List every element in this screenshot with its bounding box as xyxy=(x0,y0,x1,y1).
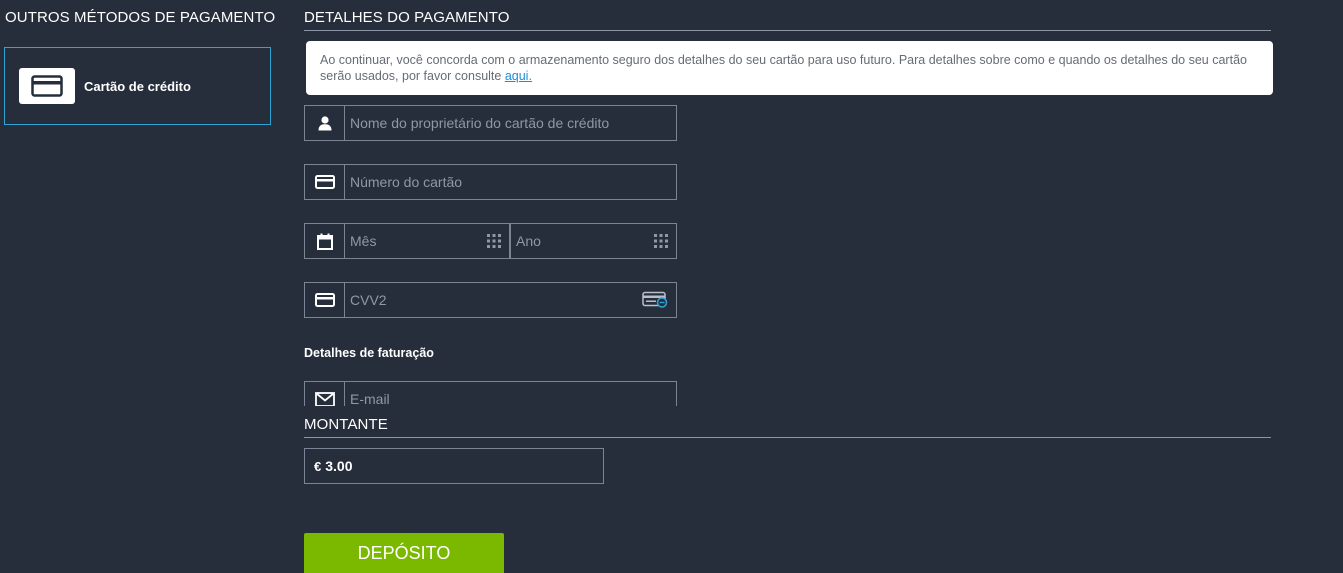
payment-method-label: Cartão de crédito xyxy=(84,78,191,94)
cvv-input[interactable] xyxy=(345,283,676,317)
cardholder-input[interactable] xyxy=(345,106,676,140)
cardholder-field xyxy=(304,105,677,141)
amount-value: 3.00 xyxy=(325,458,353,474)
storage-notice: Ao continuar, você concorda com o armaze… xyxy=(306,41,1273,95)
cvv-help-icon[interactable] xyxy=(642,291,668,309)
keypad-icon xyxy=(487,234,501,248)
billing-details-title: Detalhes de faturação xyxy=(304,346,434,360)
envelope-icon xyxy=(305,382,345,406)
credit-card-icon xyxy=(19,68,75,104)
notice-text: Ao continuar, você concorda com o armaze… xyxy=(320,53,1247,83)
expiry-year-field xyxy=(510,223,677,259)
email-input[interactable] xyxy=(345,382,676,406)
expiry-month-select[interactable] xyxy=(345,224,509,258)
expiry-month-field xyxy=(304,223,510,259)
currency-symbol: € xyxy=(314,458,322,474)
expiry-year-select[interactable] xyxy=(511,224,676,258)
email-field xyxy=(304,381,677,406)
deposit-button[interactable]: DEPÓSITO xyxy=(304,533,504,573)
credit-card-icon xyxy=(305,165,345,199)
payment-details-title: DETALHES DO PAGAMENTO xyxy=(304,9,1271,31)
calendar-icon xyxy=(305,224,345,258)
credit-card-icon xyxy=(305,283,345,317)
cvv-field xyxy=(304,282,677,318)
card-number-input[interactable] xyxy=(345,165,676,199)
amount-input[interactable]: € 3.00 xyxy=(304,448,604,484)
email-field-container xyxy=(304,381,677,406)
amount-title: MONTANTE xyxy=(304,416,1271,438)
notice-link[interactable]: aqui. xyxy=(505,69,532,83)
payment-method-credit-card[interactable]: Cartão de crédito xyxy=(4,47,271,125)
card-number-field xyxy=(304,164,677,200)
keypad-icon xyxy=(654,234,668,248)
other-methods-title: OUTROS MÉTODOS DE PAGAMENTO xyxy=(5,9,276,26)
user-icon xyxy=(305,106,345,140)
